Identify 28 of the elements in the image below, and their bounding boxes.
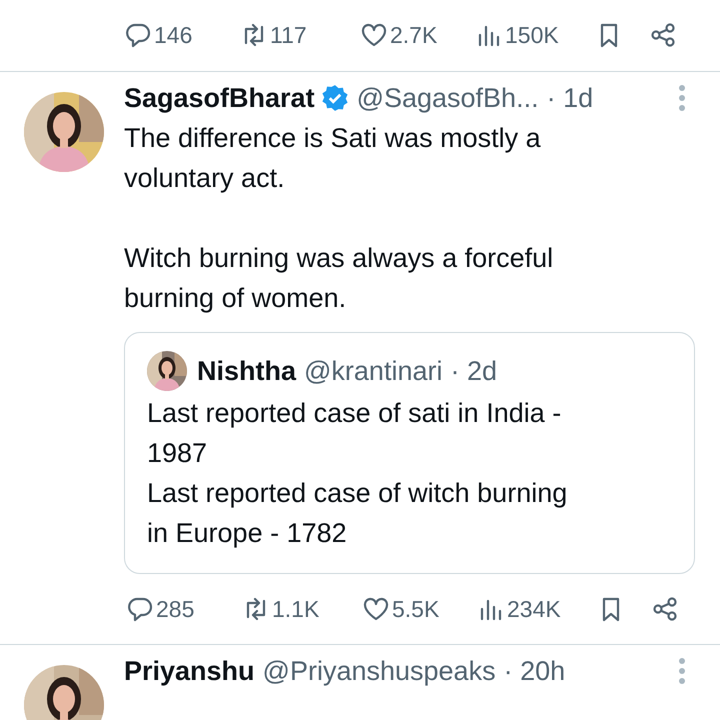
author-handle[interactable]: @krantinari [304,353,442,389]
quoted-post-card[interactable]: Nishtha @krantinari · 2d Last reported case of sati in India - 1987 Last reported case of witch burning in Europe - 1782 [124,332,695,574]
views-button[interactable]: 234K [477,592,597,626]
views-button[interactable]: 150K [475,18,595,52]
author-handle[interactable]: @SagasofBh... [356,80,539,116]
reply-icon [126,595,154,623]
share-button[interactable] [651,595,679,623]
author-name[interactable]: SagasofBharat [124,80,315,116]
author-handle[interactable]: @Priyanshuspeaks [262,653,496,689]
author-name[interactable]: Priyanshu [124,653,255,689]
repost-button[interactable]: 117 [240,18,360,52]
repost-button[interactable]: 1.1K [242,592,362,626]
post-text: The difference is Sati was mostly a voluntary act. Witch burning was always a forceful burning of women. [124,122,554,315]
like-button[interactable]: 2.7K [360,18,475,52]
share-icon [651,595,679,623]
like-button[interactable]: 5.5K [362,592,477,626]
heart-icon [362,595,390,623]
share-button[interactable] [649,21,677,49]
quoted-post-text: Last reported case of sati in India - 1987 Last reported case of witch burning in Europe - 1782 [147,397,568,550]
heart-icon [360,21,388,49]
share-icon [649,21,677,49]
post-time[interactable]: · 1d [546,80,594,116]
reply-icon [124,21,152,49]
post-time[interactable]: · 2d [450,353,498,389]
post-time[interactable]: · 20h [504,653,566,689]
author-name[interactable]: Nishtha [197,353,296,389]
reply-button[interactable]: 146 [124,18,240,52]
reply-button[interactable]: 285 [126,592,242,626]
